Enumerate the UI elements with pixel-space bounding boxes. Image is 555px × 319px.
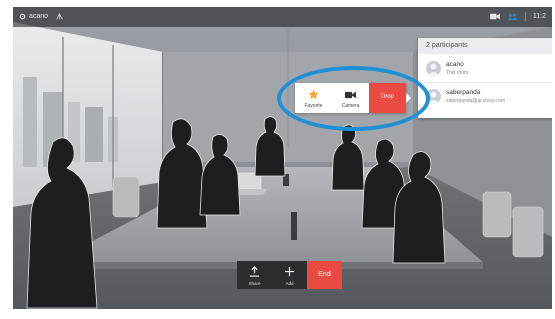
participant-name: acano [446,61,464,68]
participants-icon[interactable] [507,13,518,20]
device-name: acano [29,13,49,20]
signal-icon [56,13,63,20]
share-icon [249,266,260,277]
add-button[interactable]: Add [272,261,307,289]
participants-count: 2 participants [426,42,468,49]
highlight-ring [277,66,430,131]
participant-detail: This room [446,70,469,76]
participants-panel: 2 participants acano This room saberpand… [418,38,552,118]
person-icon [426,61,441,76]
participant-detail: saberpanda@ip.cisco.com [446,98,505,104]
end-label: End [318,271,331,278]
camera-icon[interactable] [489,13,500,20]
participant-row[interactable]: acano This room [418,56,552,82]
row-divider [418,82,552,83]
participant-name: saberpanda [446,89,481,96]
top-bar-right: 11:2 [489,12,546,21]
participant-row-selected[interactable]: saberpanda saberpanda@ip.cisco.com [418,84,552,110]
divider [524,12,526,21]
call-controls: Share Add End [237,261,342,289]
screenshot-frame: acano 11:2 2 participants acano This roo… [0,0,555,319]
top-status-bar: acano 11:2 [13,7,552,27]
add-label: Add [285,281,294,286]
share-label: Share [248,281,261,286]
share-button[interactable]: Share [237,261,272,289]
gear-icon[interactable] [19,13,26,20]
video-screen: acano 11:2 2 participants acano This roo… [13,7,552,309]
participants-header: 2 participants [418,38,552,54]
plus-icon [284,266,295,277]
top-bar-left: acano [19,13,63,20]
end-call-button[interactable]: End [307,261,342,289]
clock: 11:2 [532,13,546,20]
